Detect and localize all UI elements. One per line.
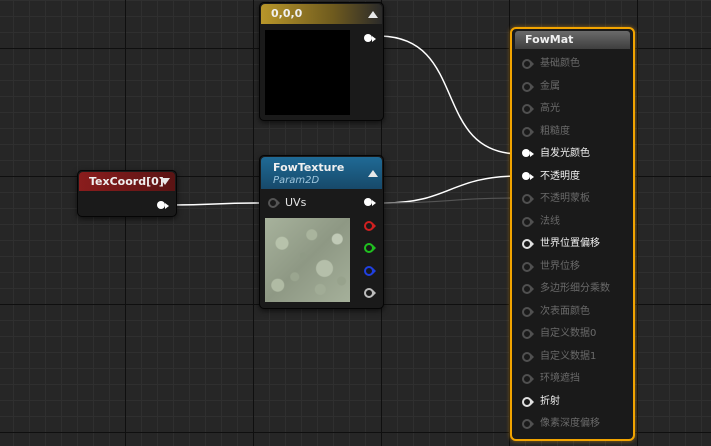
uvs-input-pin-icon[interactable] [268,198,280,208]
input-pin-icon[interactable] [522,329,534,339]
input-pin-icon[interactable] [522,306,534,317]
material-input-label: 折射 [540,395,560,407]
texcoord-node[interactable]: TexCoord[0] [77,170,177,217]
material-node-title: FowMat [525,33,574,46]
material-input-label: 粗糙度 [540,125,570,137]
material-input-label: 世界位移 [540,260,580,272]
green-output-pin-icon[interactable] [364,243,376,253]
collapse-arrow-icon[interactable] [368,170,378,177]
texture-preview [265,218,350,302]
material-input-label: 世界位置偏移 [540,238,600,249]
dropdown-arrow-icon[interactable] [160,178,170,185]
texture-node-subtitle: Param2D [273,175,320,186]
texcoord-node-title: TexCoord[0] [89,175,164,188]
wire-texture-to-opacity [383,175,521,204]
input-pin-icon[interactable] [522,261,534,272]
material-input-label: 自发光颜色 [540,148,590,159]
input-pin-icon[interactable] [522,104,534,114]
alpha-output-pin-icon[interactable] [364,288,376,298]
input-pin-icon[interactable] [522,374,534,384]
material-input-label: 不透明度 [540,170,580,182]
material-input-label: 多边形细分乘数 [540,283,610,294]
red-output-pin-icon[interactable] [364,221,376,231]
material-input-label: 金属 [540,80,560,92]
material-input-label: 次表面颜色 [540,305,590,317]
constant-node-header[interactable]: 0,0,0 [261,4,382,24]
material-input-label: 不透明蒙板 [540,193,590,204]
material-node-header[interactable]: FowMat [515,31,630,49]
wire-texcoord-to-uvs [171,202,261,206]
input-pin-icon[interactable] [522,149,534,159]
input-pin-icon[interactable] [522,194,534,204]
material-input-label: 自定义数据0 [540,328,597,339]
material-input-label: 自定义数据1 [540,350,597,362]
input-pin-icon[interactable] [522,351,534,362]
texture-node-header[interactable]: FowTexture Param2D [261,157,382,189]
wire-constant-to-emissive [377,35,521,155]
input-pin-icon[interactable] [522,59,534,69]
output-pin-icon[interactable] [157,201,169,211]
collapse-arrow-icon[interactable] [368,11,378,18]
color-preview [265,30,350,115]
material-result-node[interactable]: FowMat 基础颜色金属高光粗糙度自发光颜色不透明度不透明蒙板法线世界位置偏移… [510,27,635,441]
input-pin-icon[interactable] [522,216,534,227]
texture-node-title: FowTexture [273,161,345,174]
material-input-label: 高光 [540,103,560,114]
input-pin-icon[interactable] [522,81,534,92]
constant-node[interactable]: 0,0,0 [259,2,384,121]
blue-output-pin-icon[interactable] [364,266,376,276]
wire-texture-to-opacity-mask [383,197,521,204]
material-input-label: 基础颜色 [540,58,580,69]
input-pin-icon[interactable] [522,396,534,407]
input-pin-icon[interactable] [522,171,534,182]
rgb-output-pin-icon[interactable] [364,198,376,208]
input-pin-icon[interactable] [522,239,534,249]
input-pin-icon[interactable] [522,126,534,137]
constant-node-title: 0,0,0 [271,7,303,20]
texture-node[interactable]: FowTexture Param2D UVs [259,155,384,309]
material-input-label: 环境遮挡 [540,373,580,384]
input-pin-icon[interactable] [522,419,534,429]
uvs-input-label: UVs [285,196,307,209]
material-input-label: 法线 [540,215,560,227]
output-pin-icon[interactable] [364,34,376,44]
material-input-label: 像素深度偏移 [540,418,600,429]
input-pin-icon[interactable] [522,284,534,294]
